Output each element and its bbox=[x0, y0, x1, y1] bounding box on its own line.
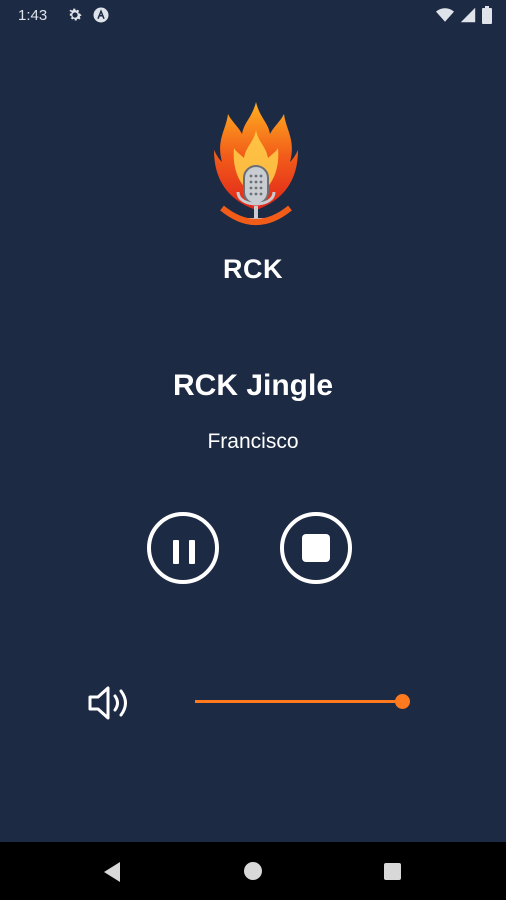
system-nav-bar bbox=[0, 842, 506, 900]
a-badge-icon bbox=[93, 7, 109, 23]
wifi-icon bbox=[436, 8, 454, 22]
player-screen: 1:43 RCK RCK Jingle Francisco bbox=[0, 0, 506, 900]
battery-icon bbox=[482, 6, 492, 24]
stop-icon bbox=[302, 534, 330, 562]
status-icons bbox=[436, 6, 492, 24]
recent-apps-icon[interactable] bbox=[384, 863, 401, 880]
track-artist: Francisco bbox=[207, 430, 299, 453]
speaker-icon[interactable] bbox=[86, 683, 138, 723]
back-icon[interactable] bbox=[102, 861, 122, 883]
station-logo bbox=[214, 102, 298, 225]
volume-slider[interactable] bbox=[195, 694, 410, 709]
home-icon[interactable] bbox=[244, 862, 262, 880]
station-name: RCK bbox=[223, 254, 283, 284]
status-time: 1:43 bbox=[18, 7, 48, 24]
volume-thumb[interactable] bbox=[395, 694, 410, 709]
pause-icon bbox=[173, 540, 179, 564]
stop-button[interactable] bbox=[280, 512, 352, 584]
track-title: RCK Jingle bbox=[172, 369, 334, 402]
pause-icon-bar bbox=[189, 540, 195, 564]
gear-icon bbox=[69, 8, 82, 21]
pause-button[interactable] bbox=[147, 512, 219, 584]
status-bar: 1:43 bbox=[0, 0, 506, 32]
signal-icon bbox=[460, 7, 476, 23]
volume-fill bbox=[195, 700, 402, 703]
